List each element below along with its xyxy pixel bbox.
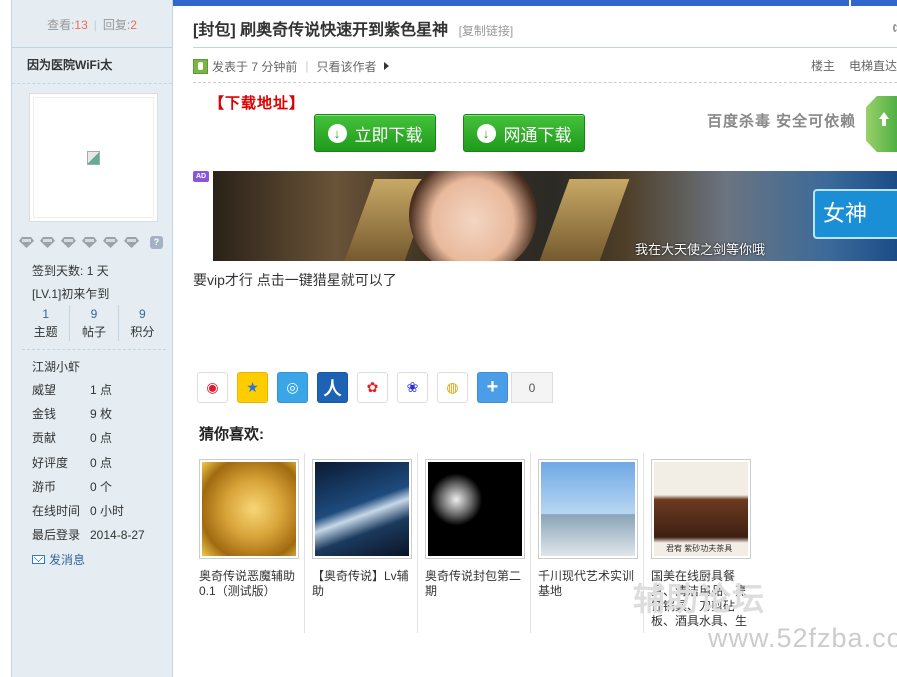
post-meta: 发表于 7 分钟前 | 只看该作者 楼主 电梯直达	[193, 57, 897, 75]
help-icon[interactable]: ?	[150, 236, 163, 249]
download-arrow-icon: ↓	[327, 123, 347, 143]
diamond-icon	[40, 237, 55, 248]
thread-stats: 查看:13 | 回复:2	[12, 0, 172, 48]
info-row: 好评度 0 点	[32, 456, 113, 470]
download-label: 【下载地址】	[209, 95, 306, 112]
post-time: 发表于 7 分钟前	[212, 59, 298, 74]
info-row: 游币 0 个	[32, 480, 113, 494]
diamond-icon	[103, 237, 118, 248]
author-counts: 1 主题 9 帖子 9 积分	[22, 305, 166, 341]
info-row: 威望 1 点	[32, 383, 113, 397]
netease-share-icon[interactable]: ✿	[357, 372, 388, 403]
user-rank[interactable]: 江湖小虾	[32, 358, 80, 375]
recommendation-thumbnail: 君宥 紫砂功夫茶具	[654, 462, 748, 556]
recommendation-item[interactable]: 【奥奇传说】Lv辅助	[308, 453, 418, 633]
signin-days: 签到天数: 1 天	[32, 264, 109, 278]
download-netcom-button[interactable]: ↓ 网通下载	[463, 114, 585, 152]
arrow-right-icon	[384, 62, 390, 70]
author-name[interactable]: 因为医院WiFi太	[12, 48, 172, 84]
more-icon[interactable]	[893, 24, 897, 32]
view-count: 13	[74, 18, 88, 32]
mail-icon	[32, 555, 45, 564]
user-level[interactable]: [LV.1]初来乍到	[32, 285, 109, 302]
topics-count[interactable]: 1 主题	[22, 305, 71, 341]
share-count: 0	[511, 372, 553, 403]
left-margin	[0, 0, 11, 677]
shield-icon	[866, 96, 897, 152]
more-share-icon[interactable]: +	[477, 372, 508, 403]
info-row: 最后登录 2014-8-27	[32, 528, 145, 542]
diamond-icon	[19, 237, 34, 248]
banner-side-button[interactable]: 女神	[813, 189, 897, 239]
pengyou-share-icon[interactable]: ◍	[437, 372, 468, 403]
post-prefix[interactable]: [封包]	[193, 22, 236, 39]
posts-count[interactable]: 9 帖子	[70, 305, 119, 341]
divider	[193, 47, 897, 48]
avatar[interactable]	[29, 93, 158, 222]
recommendation-thumbnail	[315, 462, 409, 556]
only-author-link[interactable]: 只看该作者	[316, 58, 376, 75]
download-now-button[interactable]: ↓ 立即下载	[314, 114, 436, 152]
renren-share-icon[interactable]: 人	[317, 372, 348, 403]
recommendation-thumbnail	[428, 462, 522, 556]
tencent-weibo-share-icon[interactable]: ◎	[277, 372, 308, 403]
post-title-text: 刷奥奇传说快速开到紫色星神	[240, 22, 449, 39]
watermark-url: www.52fzba.com	[708, 623, 897, 653]
diamond-icon	[124, 237, 139, 248]
info-row: 金钱 9 枚	[32, 407, 113, 421]
ad-badge: AD	[193, 171, 209, 182]
reply-count: 2	[130, 18, 137, 32]
diamond-icon	[61, 237, 76, 248]
post-body: 要vip才行 点击一键猎星就可以了	[193, 272, 397, 288]
recommendation-item[interactable]: 奥奇传说恶魔辅助0.1（测试版）	[195, 453, 305, 633]
author-sidebar: 查看:13 | 回复:2 因为医院WiFi太 ? 签到天数: 1 天 [LV.1]初…	[11, 0, 173, 677]
diamond-icon	[82, 237, 97, 248]
recommendation-item[interactable]: 奥奇传说封包第二期	[421, 453, 531, 633]
online-status-icon	[193, 58, 208, 74]
ad-banner[interactable]: 我在大天使之剑等你哦 女神	[213, 171, 897, 261]
floor-label: 楼主	[810, 59, 835, 73]
share-bar: ◉ ★ ◎ 人 ✿ ❀ ◍ + 0	[197, 372, 553, 403]
info-row: 贡献 0 点	[32, 431, 113, 445]
medal-row: ?	[19, 236, 163, 249]
divider	[22, 349, 166, 350]
weibo-share-icon[interactable]: ◉	[197, 372, 228, 403]
broken-image-icon	[87, 150, 100, 165]
recommendation-thumbnail	[202, 462, 296, 556]
guess-you-like-title: 猜你喜欢:	[199, 426, 264, 443]
download-arrow-icon: ↓	[476, 123, 496, 143]
recommendation-item[interactable]: 千川现代艺术实训基地	[534, 453, 644, 633]
elevator-link[interactable]: 电梯直达	[849, 57, 897, 74]
qzone-share-icon[interactable]: ★	[237, 372, 268, 403]
send-message-link[interactable]: 发消息	[32, 551, 85, 568]
recommendation-thumbnail	[541, 462, 635, 556]
divider	[193, 82, 897, 83]
banner-portrait	[409, 171, 537, 261]
copy-link-button[interactable]: [复制链接]	[459, 24, 514, 38]
post-title: [封包] 刷奥奇传说快速开到紫色星神 [复制链接]	[193, 16, 513, 40]
baidu-share-icon[interactable]: ❀	[397, 372, 428, 403]
banner-caption: 我在大天使之剑等你哦	[635, 242, 766, 257]
banner-wing	[536, 179, 630, 261]
watermark: 辅助论坛	[633, 581, 766, 617]
points-count[interactable]: 9 积分	[119, 305, 166, 341]
safety-text: 百度杀毒 安全可依赖	[707, 113, 857, 130]
info-row: 在线时间 0 小时	[32, 504, 125, 518]
post-main: [封包] 刷奥奇传说快速开到紫色星神 [复制链接] 发表于 7 分钟前 | 只看…	[173, 6, 897, 677]
